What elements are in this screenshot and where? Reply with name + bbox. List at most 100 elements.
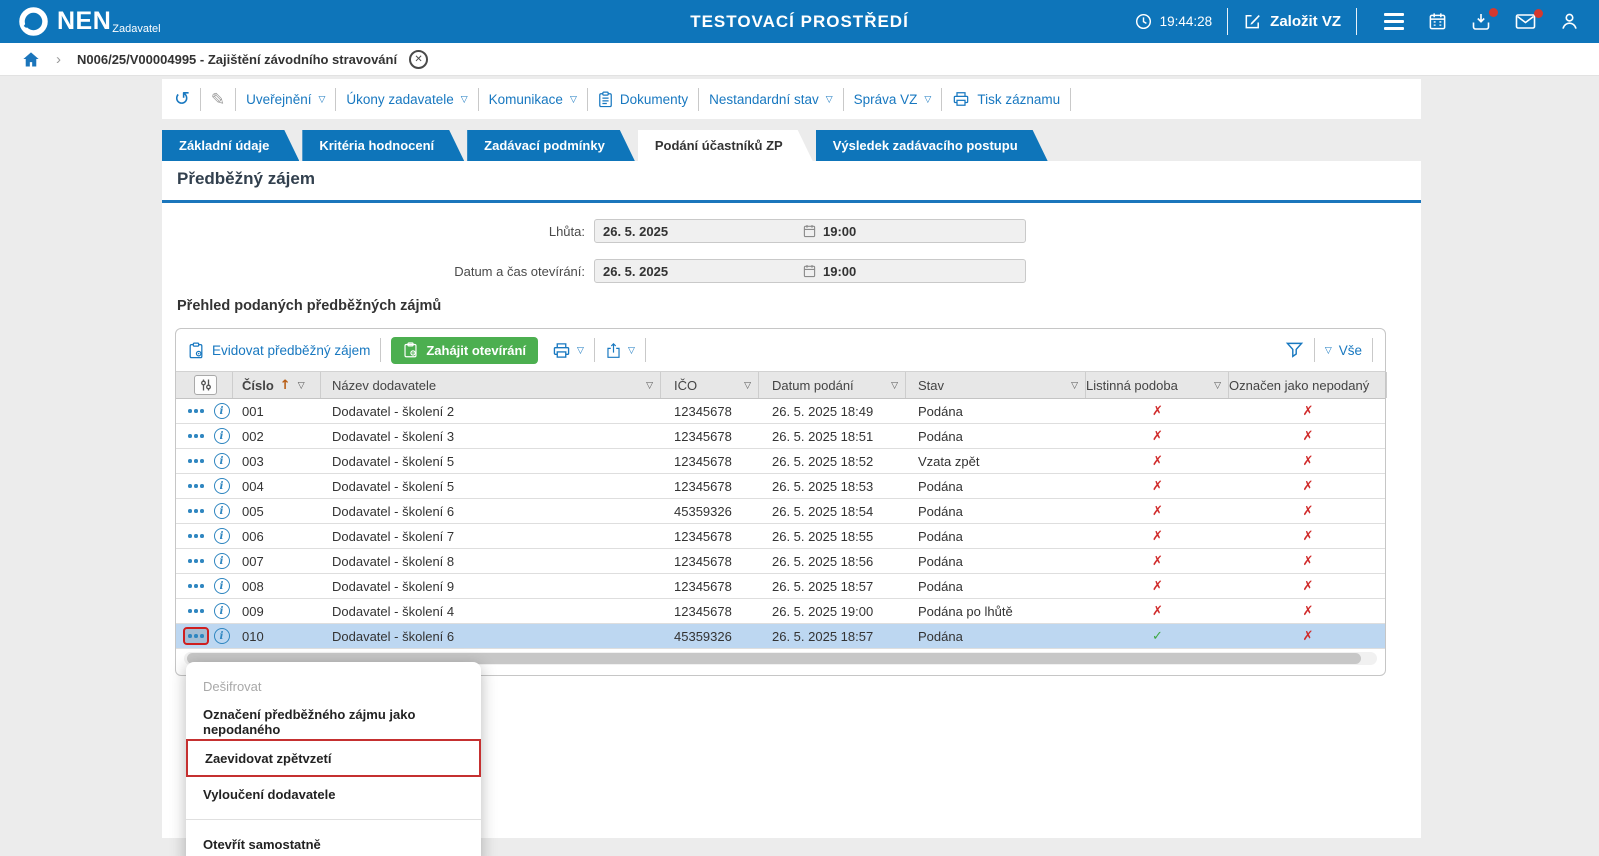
- actionbar-item-5[interactable]: Nestandardní stav▽: [709, 92, 832, 107]
- row-info-button[interactable]: i: [214, 503, 230, 519]
- edit-pencil-icon[interactable]: ✎: [211, 91, 225, 108]
- cell-cislo: 009: [233, 604, 321, 619]
- actionbar-item-6[interactable]: Správa VZ▽: [854, 92, 932, 107]
- actionbar-item-3[interactable]: Komunikace▽: [489, 92, 577, 107]
- caret-down-icon: ▽: [570, 94, 577, 105]
- cell-cislo: 002: [233, 429, 321, 444]
- inbox-button[interactable]: [1471, 12, 1491, 31]
- row-menu-button[interactable]: [185, 629, 207, 643]
- row-menu-button[interactable]: [185, 479, 207, 493]
- row-info-button[interactable]: i: [214, 628, 230, 644]
- cross-icon: ✗: [1152, 604, 1163, 619]
- tab-4[interactable]: Podání účastníků ZP: [638, 130, 813, 161]
- nen-logo[interactable]: NEN Zadavatel: [18, 6, 161, 37]
- row-info-button[interactable]: i: [214, 553, 230, 569]
- row-menu-button[interactable]: [185, 504, 207, 518]
- row-actions-cell: i: [176, 578, 233, 594]
- filter-button[interactable]: [1285, 341, 1304, 359]
- print-grid-dropdown[interactable]: ▽: [552, 342, 584, 359]
- table-row-004[interactable]: i004Dodavatel - školení 51234567826. 5. …: [176, 474, 1385, 499]
- row-info-button[interactable]: i: [214, 478, 230, 494]
- table-row-003[interactable]: i003Dodavatel - školení 51234567826. 5. …: [176, 449, 1385, 474]
- actionbar-item-4[interactable]: Dokumenty: [598, 91, 688, 108]
- cell-oznacen-jako-nepodany: ✗: [1229, 628, 1387, 644]
- actionbar-item-2[interactable]: Úkony zadavatele▽: [346, 92, 467, 107]
- menu-button[interactable]: [1384, 13, 1404, 30]
- refresh-icon[interactable]: ↺: [174, 90, 190, 109]
- table-row-002[interactable]: i002Dodavatel - školení 31234567826. 5. …: [176, 424, 1385, 449]
- evidovat-predbezny-zajem-button[interactable]: Evidovat předběžný zájem: [188, 342, 370, 359]
- zahajit-oteviani-button[interactable]: Zahájit otevírání: [391, 337, 538, 364]
- datetime-field[interactable]: 26. 5. 202519:00: [594, 219, 1026, 243]
- cell-stav: Vzata zpět: [906, 454, 1086, 469]
- column-header-stav[interactable]: Stav▽: [906, 372, 1086, 398]
- row-info-button[interactable]: i: [214, 603, 230, 619]
- context-menu-item-4[interactable]: Vyloučení dodavatele: [186, 777, 481, 812]
- row-info-button[interactable]: i: [214, 453, 230, 469]
- export-grid-dropdown[interactable]: ▽: [605, 342, 635, 359]
- table-row-001[interactable]: i001Dodavatel - školení 21234567826. 5. …: [176, 399, 1385, 424]
- table-row-009[interactable]: i009Dodavatel - školení 41234567826. 5. …: [176, 599, 1385, 624]
- table-row-005[interactable]: i005Dodavatel - školení 64535932626. 5. …: [176, 499, 1385, 524]
- row-info-button[interactable]: i: [214, 428, 230, 444]
- column-header-cislo[interactable]: Číslo↑▽: [233, 372, 321, 398]
- cell-ico: 45359326: [661, 629, 759, 644]
- context-menu-item-5[interactable]: Otevřít samostatně: [186, 827, 481, 856]
- tab-2[interactable]: Kritéria hodnocení: [302, 130, 464, 161]
- messages-button[interactable]: [1515, 13, 1536, 30]
- column-label: Název dodavatele: [332, 378, 436, 393]
- context-menu-item-3[interactable]: Zaevidovat zpětvzetí: [186, 739, 481, 777]
- column-settings-button[interactable]: [194, 375, 217, 395]
- tab-3[interactable]: Zadávací podmínky: [467, 130, 635, 161]
- column-header-nepodany[interactable]: Označen jako nepodaný: [1229, 372, 1387, 398]
- filter-scope-dropdown[interactable]: ▽ Vše: [1325, 343, 1362, 358]
- column-header-nazev[interactable]: Název dodavatele ▽: [321, 372, 661, 398]
- row-actions-cell: i: [176, 628, 233, 644]
- column-filter-caret-icon[interactable]: ▽: [646, 380, 653, 391]
- table-row-006[interactable]: i006Dodavatel - školení 71234567826. 5. …: [176, 524, 1385, 549]
- row-menu-button[interactable]: [185, 454, 207, 468]
- create-vz-button[interactable]: Založit VZ: [1243, 12, 1341, 31]
- actionbar-item-label: Dokumenty: [620, 92, 688, 107]
- row-menu-button[interactable]: [185, 429, 207, 443]
- row-menu-button[interactable]: [185, 529, 207, 543]
- column-filter-caret-icon[interactable]: ▽: [1214, 380, 1221, 391]
- context-menu-item-2[interactable]: Označení předběžného zájmu jako nepodané…: [186, 704, 481, 739]
- cell-cislo: 004: [233, 479, 321, 494]
- table-row-008[interactable]: i008Dodavatel - školení 91234567826. 5. …: [176, 574, 1385, 599]
- calendar-button[interactable]: [1428, 12, 1447, 31]
- cell-stav: Podána: [906, 429, 1086, 444]
- row-menu-button[interactable]: [185, 604, 207, 618]
- close-record-icon[interactable]: ✕: [409, 50, 428, 69]
- cell-listinna-podoba: ✗: [1086, 478, 1229, 494]
- cell-stav: Podána: [906, 504, 1086, 519]
- cross-icon: ✗: [1303, 404, 1314, 419]
- column-filter-caret-icon[interactable]: ▽: [891, 380, 898, 391]
- column-header-datum[interactable]: Datum podání▽: [759, 372, 906, 398]
- tab-5[interactable]: Výsledek zadávacího postupu: [816, 130, 1048, 161]
- row-menu-button[interactable]: [185, 404, 207, 418]
- row-menu-button[interactable]: [185, 579, 207, 593]
- column-filter-caret-icon[interactable]: ▽: [298, 380, 305, 391]
- column-filter-caret-icon[interactable]: ▽: [1071, 380, 1078, 391]
- caret-down-icon: ▽: [826, 94, 833, 105]
- column-header-ico[interactable]: IČO▽: [661, 372, 759, 398]
- row-menu-button[interactable]: [185, 554, 207, 568]
- table-row-010[interactable]: i010Dodavatel - školení 64535932626. 5. …: [176, 624, 1385, 649]
- actionbar-item-1[interactable]: Uveřejnění▽: [246, 92, 325, 107]
- datetime-field[interactable]: 26. 5. 202519:00: [594, 259, 1026, 283]
- cell-oznacen-jako-nepodany: ✗: [1229, 403, 1387, 419]
- home-icon[interactable]: [22, 51, 40, 68]
- row-info-button[interactable]: i: [214, 578, 230, 594]
- printer-icon: [952, 91, 970, 107]
- cell-ico: 12345678: [661, 454, 759, 469]
- profile-button[interactable]: [1560, 12, 1579, 31]
- row-info-button[interactable]: i: [214, 528, 230, 544]
- table-row-007[interactable]: i007Dodavatel - školení 81234567826. 5. …: [176, 549, 1385, 574]
- column-header-listinna[interactable]: Listinná podoba▽: [1086, 372, 1229, 398]
- actionbar-item-7[interactable]: Tisk záznamu: [952, 91, 1060, 107]
- tab-1[interactable]: Základní údaje: [162, 130, 299, 161]
- column-filter-caret-icon[interactable]: ▽: [744, 380, 751, 391]
- row-info-button[interactable]: i: [214, 403, 230, 419]
- session-time: 19:44:28: [1160, 14, 1213, 29]
